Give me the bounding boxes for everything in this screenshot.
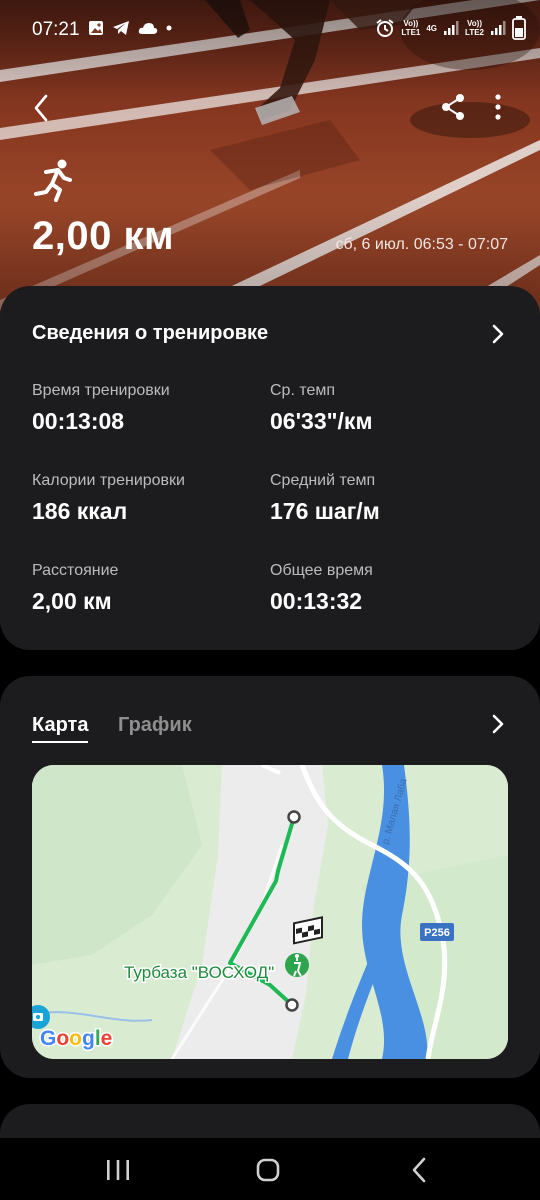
stat-value: 2,00 км (32, 588, 112, 614)
recents-icon[interactable] (98, 1154, 138, 1186)
more-options-icon[interactable] (484, 92, 512, 122)
tab-chart[interactable]: График (118, 714, 192, 737)
sim1-network: 4G (426, 23, 438, 33)
home-icon[interactable] (248, 1154, 288, 1186)
route-map[interactable]: P256 р. Малая Лаба Турбаза "ВОСХОД" Goog… (32, 765, 508, 1059)
back-button[interactable] (26, 90, 58, 126)
stat-label: Время тренировки (32, 382, 170, 399)
sim1-label: Vo)) LTE1 (401, 19, 421, 37)
back-icon[interactable] (400, 1154, 440, 1186)
workout-date-range: сб, 6 июл. 06:53 - 07:07 (335, 236, 508, 253)
stat-avg-pace: Ср. темп 06'33"/км (270, 382, 500, 435)
hiking-place-icon (285, 953, 309, 977)
workout-details-card[interactable]: Сведения о тренировке Время тренировки 0… (0, 286, 540, 650)
stat-value: 00:13:08 (32, 408, 125, 434)
stat-total-time: Общее время 00:13:32 (270, 562, 500, 615)
map-card: Карта График P256 р. Малая Лаба Турбаза … (0, 676, 540, 1078)
route-end-marker (285, 998, 299, 1012)
route-start-marker (287, 810, 301, 824)
stat-label: Расстояние (32, 562, 119, 579)
dot-icon (166, 25, 172, 31)
status-right-icons: Vo)) LTE1 4G Vo)) LTE2 (375, 16, 526, 40)
road-label: P256 (424, 927, 450, 939)
stat-calories: Калории тренировки 186 ккал (32, 472, 262, 525)
place-label: Турбаза "ВОСХОД" (124, 963, 274, 982)
stat-label: Калории тренировки (32, 472, 185, 489)
chevron-right-icon[interactable] (488, 712, 508, 736)
navigation-bar (0, 1138, 540, 1200)
sim2-label: Vo)) LTE2 (465, 19, 484, 37)
telegram-icon (113, 21, 129, 35)
map-graphic: P256 р. Малая Лаба Турбаза "ВОСХОД" Goog… (32, 765, 508, 1059)
tab-map[interactable]: Карта (32, 714, 89, 743)
signal-lte1-icon (444, 21, 459, 35)
alarm-icon (376, 19, 394, 37)
status-time: 07:21 (32, 19, 80, 40)
stat-label: Общее время (270, 562, 373, 579)
distance-title: 2,00 км (32, 214, 175, 258)
status-left-icons (88, 20, 172, 36)
signal-lte2-icon (491, 21, 506, 35)
google-attribution: Google (40, 1027, 112, 1050)
chevron-right-icon[interactable] (488, 322, 508, 346)
stat-cadence: Средний темп 176 шаг/м (270, 472, 500, 525)
cloud-icon (138, 23, 158, 34)
details-title: Сведения о тренировке (32, 322, 269, 344)
running-icon (34, 159, 72, 202)
workout-screen: 07:21 Vo)) LTE1 4G Vo)) LTE2 2,00 км сб,… (0, 0, 540, 1200)
stat-workout-time: Время тренировки 00:13:08 (32, 382, 262, 435)
stat-label: Ср. темп (270, 382, 336, 399)
stat-value: 176 шаг/м (270, 498, 380, 524)
battery-icon (512, 16, 526, 40)
stat-value: 06'33"/км (270, 408, 373, 434)
stat-distance: Расстояние 2,00 км (32, 562, 262, 615)
stat-value: 186 ккал (32, 498, 128, 524)
status-bar: 07:21 Vo)) LTE1 4G Vo)) LTE2 (0, 0, 540, 60)
stat-value: 00:13:32 (270, 588, 363, 614)
share-icon[interactable] (438, 92, 470, 122)
image-icon (89, 21, 103, 35)
stat-label: Средний темп (270, 472, 376, 489)
